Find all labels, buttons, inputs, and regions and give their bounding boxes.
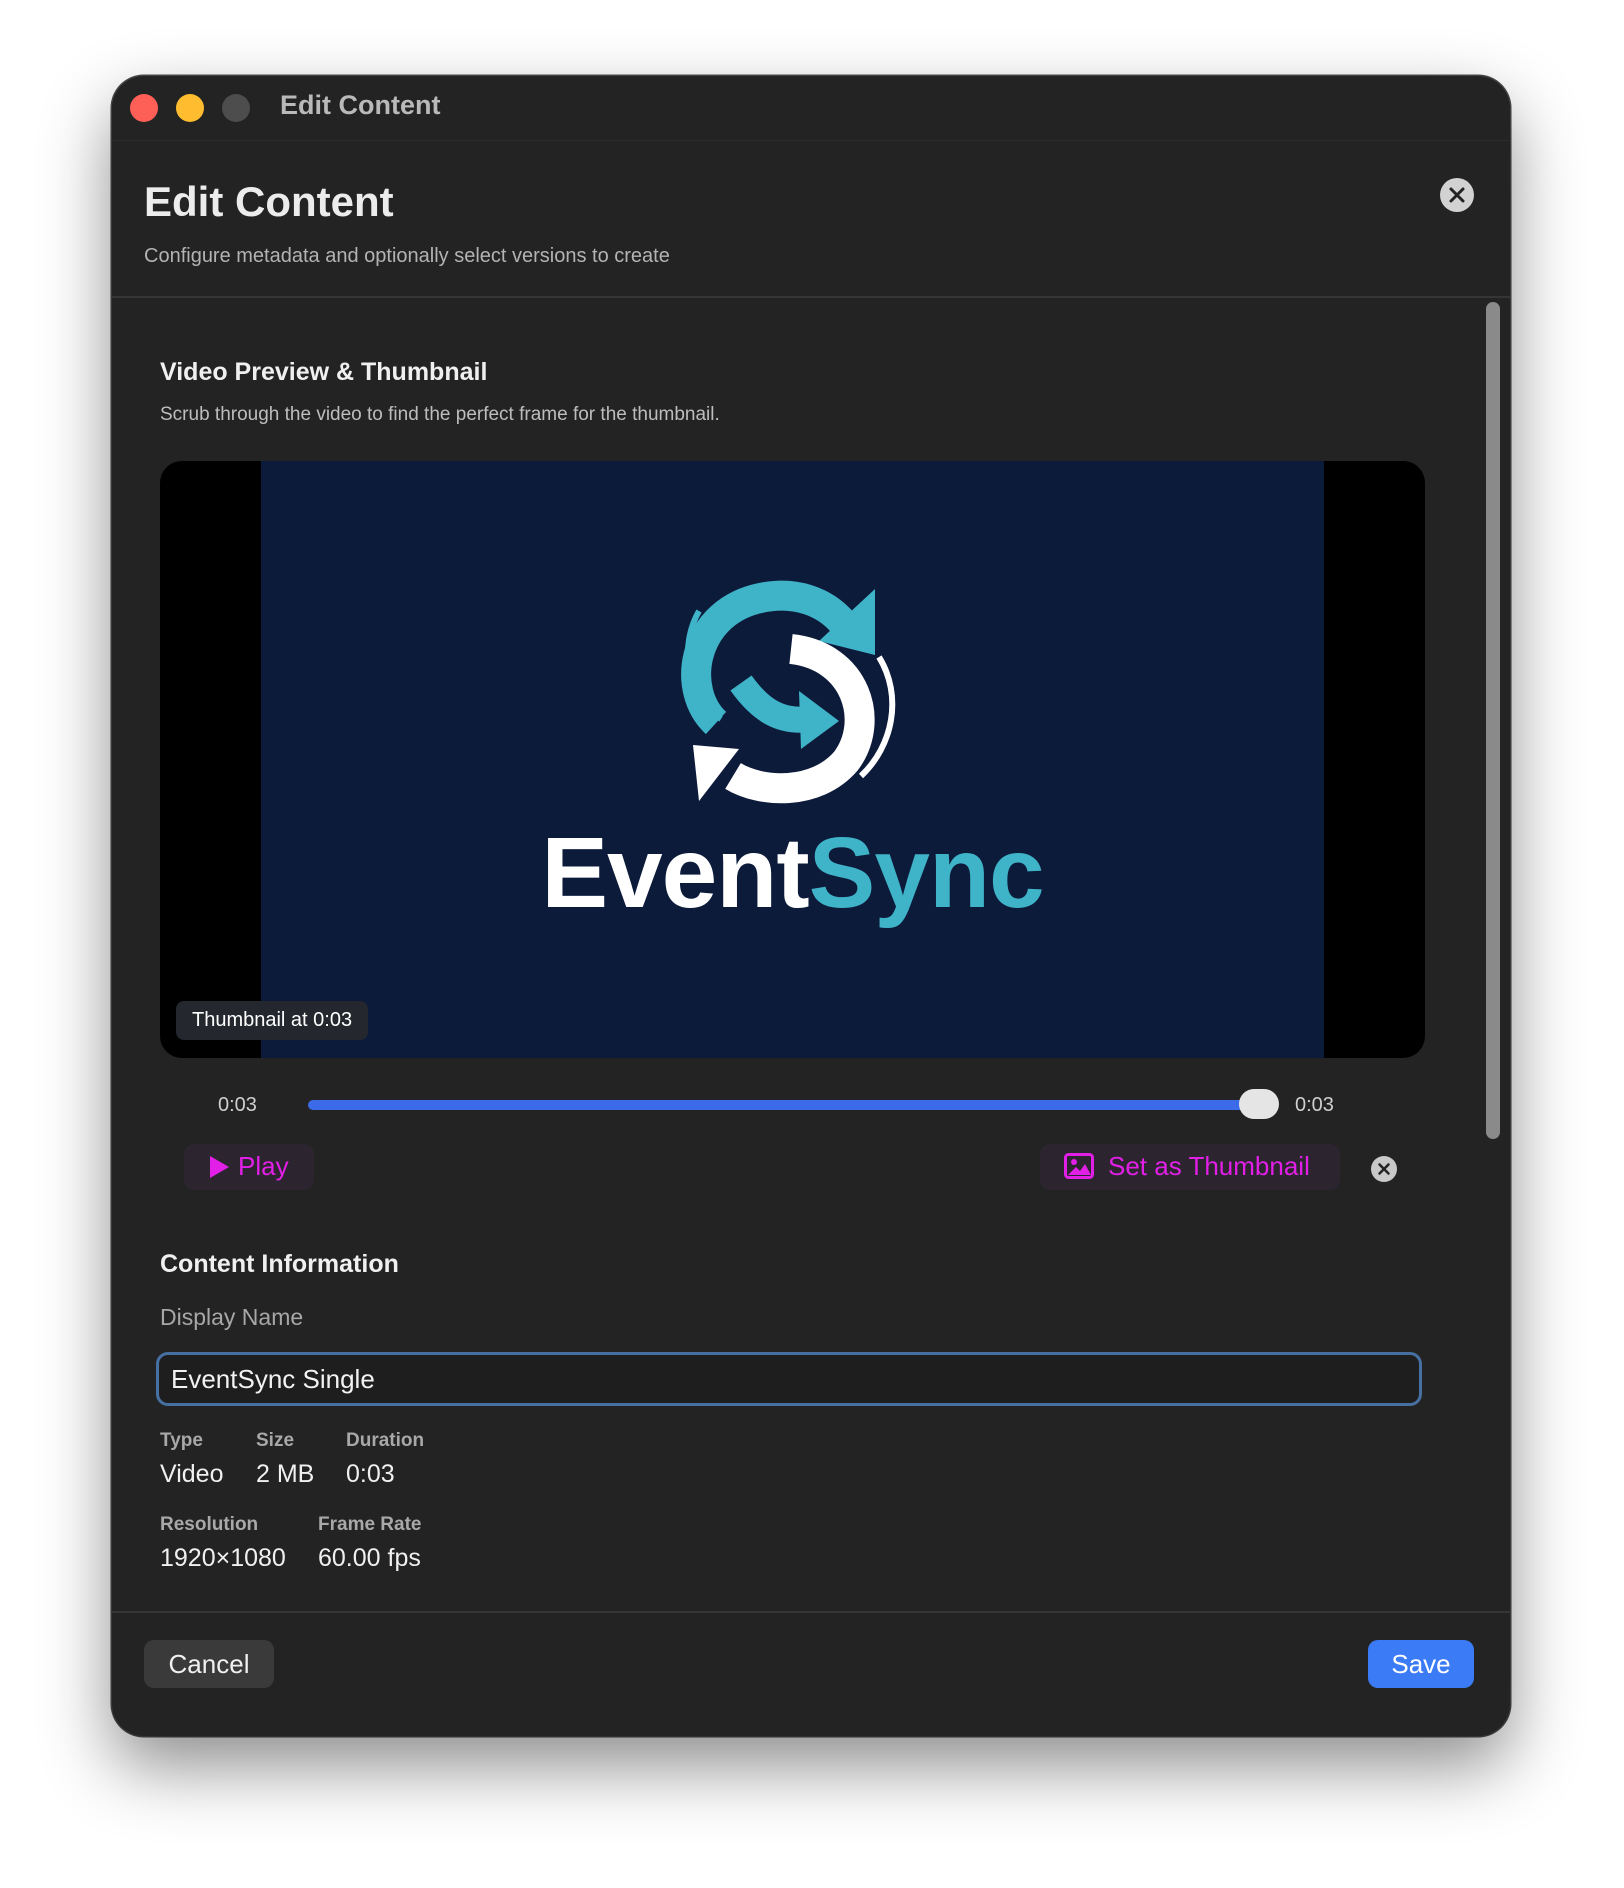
meta-resolution-value: 1920×1080 [160,1544,286,1572]
meta-resolution-label: Resolution [160,1514,259,1535]
set-as-thumbnail-button[interactable]: Set as Thumbnail [1040,1144,1340,1190]
title-bar: Edit Content [112,76,1510,141]
current-time-label: 0:03 [218,1094,257,1116]
display-name-input[interactable] [156,1352,1422,1406]
meta-size-label: Size [256,1430,295,1451]
play-icon [210,1156,229,1178]
meta-type-value: Video [160,1460,224,1488]
brand-wordmark-part2: Sync [808,817,1045,929]
meta-duration: Duration 0:03 [346,1430,424,1489]
preview-section-description: Scrub through the video to find the perf… [160,404,720,425]
window-minimize-button[interactable] [176,94,204,122]
meta-size: Size 2 MB [256,1430,314,1489]
thumbnail-time-badge: Thumbnail at 0:03 [176,1001,369,1040]
cancel-button[interactable]: Cancel [144,1640,274,1688]
meta-resolution: Resolution 1920×1080 [160,1514,286,1573]
clear-thumbnail-button[interactable] [1371,1156,1397,1182]
preview-section-title: Video Preview & Thumbnail [160,358,488,386]
window-close-button[interactable] [130,94,158,122]
window-title: Edit Content [280,90,441,120]
scrub-slider-knob[interactable] [1239,1089,1279,1119]
meta-type-label: Type [160,1430,203,1451]
content-info-section-title: Content Information [160,1250,399,1278]
video-frame: EventSync [261,461,1324,1058]
meta-size-value: 2 MB [256,1460,315,1488]
meta-duration-value: 0:03 [346,1460,395,1488]
meta-frame-rate-label: Frame Rate [318,1514,422,1535]
close-icon [1449,187,1465,203]
meta-frame-rate-value: 60.00 fps [318,1544,421,1572]
meta-frame-rate: Frame Rate 60.00 fps [318,1514,422,1573]
dialog-header: Edit Content Configure metadata and opti… [112,140,1510,298]
window-zoom-button[interactable] [222,94,250,122]
edit-content-window: Edit Content Edit Content Configure meta… [112,76,1510,1736]
dialog-close-button[interactable] [1440,178,1474,212]
brand-wordmark: EventSync [261,816,1324,931]
scrollbar-thumb[interactable] [1486,302,1500,1139]
photo-icon [1064,1153,1094,1179]
play-button[interactable]: Play [184,1144,314,1190]
brand-wordmark-part1: Event [541,817,809,929]
vertical-scrollbar[interactable] [1482,298,1504,1621]
dialog-subtitle: Configure metadata and optionally select… [144,245,670,267]
dialog-title: Edit Content [144,178,394,225]
meta-type: Type Video [160,1430,224,1489]
sync-arrows-icon [681,580,896,804]
clear-icon [1378,1163,1390,1175]
play-button-label: Play [238,1151,289,1181]
save-button[interactable]: Save [1368,1640,1474,1688]
video-preview[interactable]: EventSync Thumbnail at 0:03 [160,461,1425,1058]
dialog-footer: Cancel Save [112,1611,1510,1736]
set-as-thumbnail-label: Set as Thumbnail [1108,1151,1310,1181]
meta-duration-label: Duration [346,1430,425,1451]
display-name-label: Display Name [160,1304,304,1330]
duration-time-label: 0:03 [1295,1094,1334,1116]
scrub-slider-track[interactable] [308,1100,1258,1110]
